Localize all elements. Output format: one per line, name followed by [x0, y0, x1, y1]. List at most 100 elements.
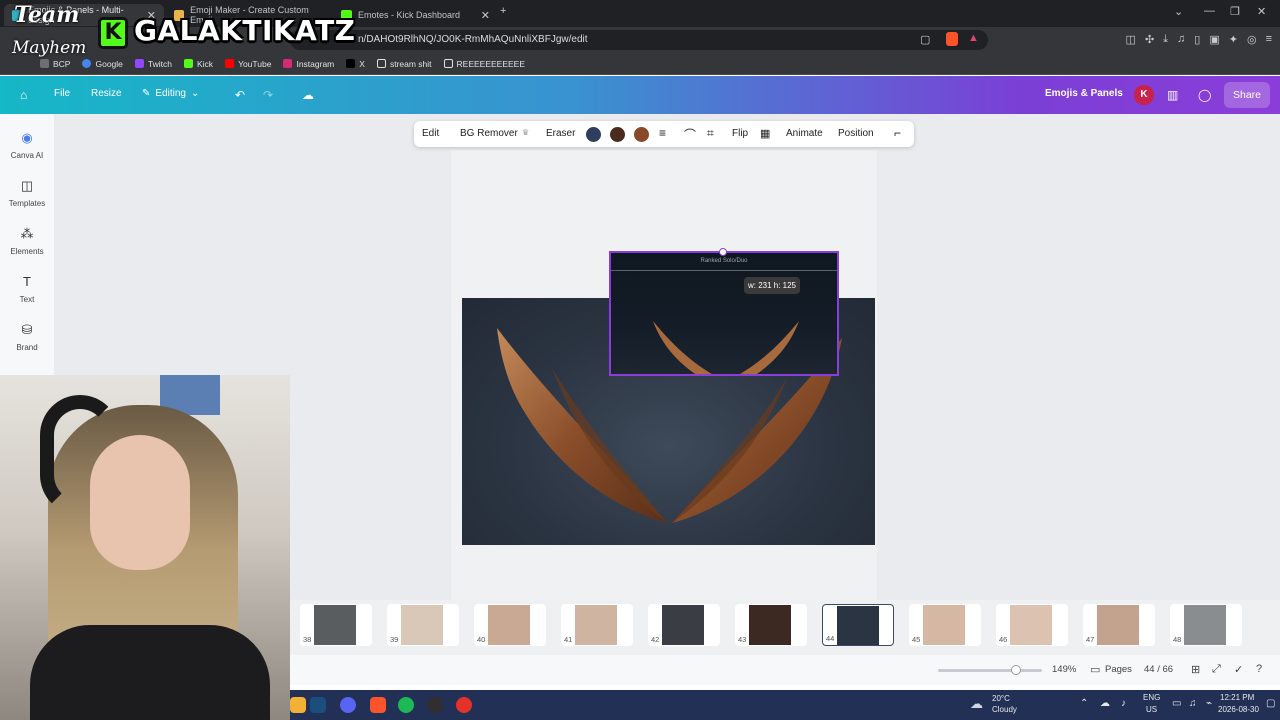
bookmark-reeee[interactable]: REEEEEEEEEEE: [443, 59, 525, 69]
page-thumbnail[interactable]: 44: [822, 604, 894, 646]
comment-icon[interactable]: ◯: [1198, 88, 1211, 102]
check-icon[interactable]: ✓: [1234, 663, 1243, 676]
download-icon[interactable]: ⤓: [1163, 33, 1168, 46]
corner-rounding-icon[interactable]: ⌒: [684, 126, 696, 143]
resize-button[interactable]: Resize: [91, 88, 122, 99]
rail-item-elements[interactable]: ⁂ Elements: [0, 226, 54, 256]
steam-icon[interactable]: [310, 697, 326, 713]
obs-icon[interactable]: [427, 697, 443, 713]
crop-icon[interactable]: ⌗: [707, 126, 714, 141]
insights-icon[interactable]: ▥: [1167, 88, 1178, 102]
clock-time[interactable]: 12:21 PM: [1220, 693, 1254, 702]
page-thumbnail[interactable]: 48: [1170, 604, 1242, 646]
avatar[interactable]: K: [1134, 85, 1154, 105]
bookmark-x[interactable]: X: [346, 59, 365, 69]
wallet-icon[interactable]: ▣: [1209, 33, 1219, 46]
color-swatch-1[interactable]: [586, 127, 601, 142]
file-menu[interactable]: File: [54, 88, 70, 99]
page-thumbnail[interactable]: 38: [300, 604, 372, 646]
input-language[interactable]: ENG: [1143, 693, 1160, 702]
cloud-save-icon[interactable]: ☁: [302, 88, 314, 102]
rail-item-text[interactable]: T Text: [0, 274, 54, 304]
ai-icon[interactable]: ✦: [1229, 33, 1238, 46]
streamlabs-icon[interactable]: [456, 697, 472, 713]
bookmark-twitch[interactable]: Twitch: [134, 59, 172, 69]
tab-list-icon[interactable]: ⌄: [1174, 5, 1183, 18]
selected-image-element[interactable]: Ranked Solo/Duo: [609, 251, 839, 376]
bookmark-instagram[interactable]: Instagram: [283, 59, 334, 69]
color-swatch-2[interactable]: [610, 127, 625, 142]
redo-icon[interactable]: ↷: [263, 88, 273, 102]
maximize-icon[interactable]: ❐: [1230, 5, 1240, 18]
rail-item-brand[interactable]: ⛁ Brand: [0, 322, 54, 352]
music-icon[interactable]: ♫: [1177, 33, 1185, 46]
copy-icon[interactable]: ▢: [920, 33, 930, 46]
brave-icon[interactable]: [370, 697, 386, 713]
menu-icon[interactable]: ≡: [1266, 33, 1272, 46]
page-thumbnail[interactable]: 42: [648, 604, 720, 646]
border-style-icon[interactable]: ≡: [659, 126, 666, 140]
bookmark-youtube[interactable]: YouTube: [225, 59, 271, 69]
puzzle-icon[interactable]: ✣: [1145, 33, 1154, 46]
pages-icon: ▭: [1090, 664, 1101, 676]
brave-rewards-icon[interactable]: ▲: [968, 32, 979, 44]
page-thumbnail[interactable]: 46: [996, 604, 1068, 646]
bookmark-google[interactable]: Google: [82, 59, 123, 69]
flip-button[interactable]: Flip: [732, 128, 748, 139]
page-thumbnail[interactable]: 40: [474, 604, 546, 646]
speaker-icon[interactable]: ♫: [1189, 698, 1197, 709]
rotate-handle[interactable]: [719, 248, 727, 256]
bg-remover-button[interactable]: BG Remover: [460, 128, 518, 139]
minimize-icon[interactable]: —: [1204, 5, 1215, 17]
animate-button[interactable]: Animate: [786, 128, 823, 139]
rail-item-canva-ai[interactable]: ◉ Canva AI: [0, 130, 54, 160]
rail-item-templates[interactable]: ◫ Templates: [0, 178, 54, 208]
vpn-icon[interactable]: ◎: [1247, 33, 1257, 46]
undo-icon[interactable]: ↶: [235, 88, 245, 102]
notifications-icon[interactable]: ▢: [1266, 698, 1275, 709]
pages-button[interactable]: Pages: [1105, 664, 1132, 675]
tab-label: Emotes - Kick Dashboard: [358, 10, 461, 20]
page-thumbnail[interactable]: 41: [561, 604, 633, 646]
zoom-slider-knob[interactable]: [1011, 665, 1021, 675]
grid-view-icon[interactable]: ⊞: [1191, 663, 1200, 676]
discord-icon[interactable]: [340, 697, 356, 713]
extension-icon[interactable]: ◫: [1126, 33, 1136, 46]
page-thumbnail[interactable]: 47: [1083, 604, 1155, 646]
screen-icon[interactable]: ▭: [1172, 698, 1181, 709]
share-button[interactable]: Share: [1224, 82, 1270, 108]
file-explorer-icon[interactable]: [290, 697, 306, 713]
help-icon[interactable]: ?: [1256, 663, 1262, 675]
page-thumbnail-image: [662, 605, 704, 645]
transparency-icon[interactable]: ▦: [760, 127, 770, 140]
copy-style-icon[interactable]: ⌐: [894, 126, 901, 140]
color-swatch-3[interactable]: [634, 127, 649, 142]
new-tab-icon[interactable]: +: [500, 5, 506, 17]
sidebar-icon[interactable]: ▯: [1194, 33, 1200, 46]
chevron-up-icon[interactable]: ⌃: [1080, 698, 1088, 709]
bookmark-bcp[interactable]: BCP: [40, 59, 70, 69]
fullscreen-icon[interactable]: ⤢: [1212, 663, 1221, 676]
spotify-icon[interactable]: [398, 697, 414, 713]
document-title[interactable]: Emojis & Panels: [1045, 88, 1123, 99]
close-window-icon[interactable]: ✕: [1257, 5, 1266, 18]
page-thumbnail[interactable]: 43: [735, 604, 807, 646]
zoom-slider[interactable]: [938, 669, 1042, 672]
page-thumbnail[interactable]: 39: [387, 604, 459, 646]
network-icon[interactable]: ⌁: [1206, 698, 1212, 709]
home-icon[interactable]: ⌂: [20, 88, 27, 102]
microphone-icon[interactable]: ♪: [1121, 698, 1126, 709]
page-number: 43: [738, 635, 747, 644]
editing-mode-dropdown[interactable]: ✎ Editing ⌄: [142, 88, 199, 99]
position-button[interactable]: Position: [838, 128, 874, 139]
bookmark-kick[interactable]: Kick: [184, 59, 213, 69]
bookmark-stream-shit[interactable]: stream shit: [376, 59, 432, 69]
page-thumbnail[interactable]: 45: [909, 604, 981, 646]
brave-shield-icon[interactable]: [946, 32, 958, 46]
close-tab-icon[interactable]: ✕: [481, 9, 490, 22]
zoom-level[interactable]: 149%: [1052, 664, 1076, 675]
onedrive-icon[interactable]: ☁: [1100, 698, 1110, 709]
edit-button[interactable]: Edit: [422, 128, 439, 139]
eraser-button[interactable]: Eraser: [546, 128, 575, 139]
address-bar[interactable]: n/DAHOt9RlhNQ/JO0K-RmMhAQuNnliXBFJgw/edi…: [290, 30, 988, 50]
